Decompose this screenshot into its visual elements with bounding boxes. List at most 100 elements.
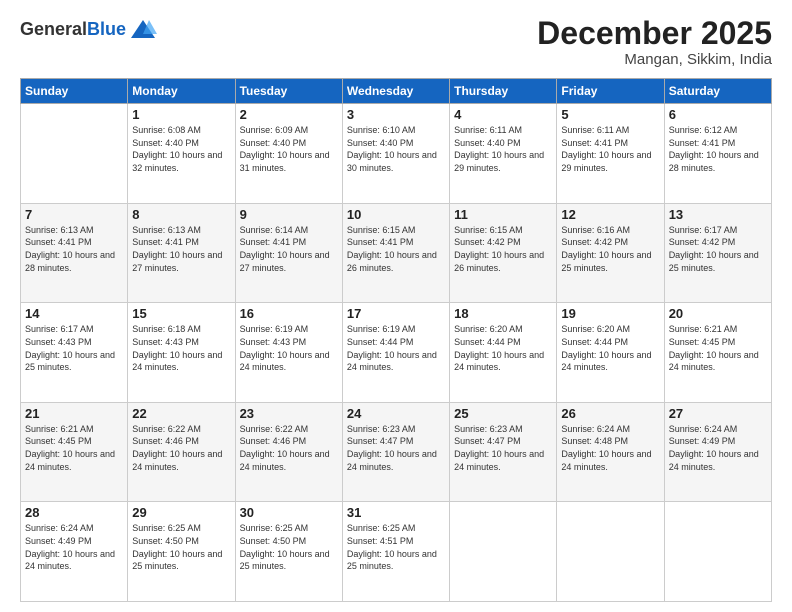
week-row-3: 21Sunrise: 6:21 AMSunset: 4:45 PMDayligh… <box>21 402 772 502</box>
day-cell: 28 Sunrise: 6:24 AMSunset: 4:49 PMDayligh… <box>21 502 128 602</box>
cell-info: Sunrise: 6:18 AMSunset: 4:43 PMDaylight:… <box>132 323 230 373</box>
logo: GeneralBlue <box>20 16 157 44</box>
day-number: 15 <box>132 306 230 321</box>
day-cell: 16 Sunrise: 6:19 AMSunset: 4:43 PMDayligh… <box>235 303 342 403</box>
day-number: 17 <box>347 306 445 321</box>
day-number: 4 <box>454 107 552 122</box>
cell-info: Sunrise: 6:08 AMSunset: 4:40 PMDaylight:… <box>132 124 230 174</box>
day-number: 3 <box>347 107 445 122</box>
day-number: 22 <box>132 406 230 421</box>
day-cell: 25 Sunrise: 6:23 AMSunset: 4:47 PMDayligh… <box>450 402 557 502</box>
cell-info: Sunrise: 6:21 AMSunset: 4:45 PMDaylight:… <box>669 323 767 373</box>
day-cell: 27Sunrise: 6:24 AMSunset: 4:49 PMDayligh… <box>664 402 771 502</box>
cell-info: Sunrise: 6:25 AMSunset: 4:51 PMDaylight:… <box>347 522 445 572</box>
day-cell: 22 Sunrise: 6:22 AMSunset: 4:46 PMDayligh… <box>128 402 235 502</box>
day-number: 19 <box>561 306 659 321</box>
cell-info: Sunrise: 6:15 AMSunset: 4:42 PMDaylight:… <box>454 224 552 274</box>
day-cell <box>557 502 664 602</box>
day-cell: 20 Sunrise: 6:21 AMSunset: 4:45 PMDayligh… <box>664 303 771 403</box>
week-row-1: 7 Sunrise: 6:13 AMSunset: 4:41 PMDaylight… <box>21 203 772 303</box>
cell-info: Sunrise: 6:15 AMSunset: 4:41 PMDaylight:… <box>347 224 445 274</box>
day-cell: 9 Sunrise: 6:14 AMSunset: 4:41 PMDaylight… <box>235 203 342 303</box>
day-header-wednesday: Wednesday <box>342 79 449 104</box>
day-number: 9 <box>240 207 338 222</box>
cell-info: Sunrise: 6:10 AMSunset: 4:40 PMDaylight:… <box>347 124 445 174</box>
cell-info: Sunrise: 6:19 AMSunset: 4:43 PMDaylight:… <box>240 323 338 373</box>
day-number: 13 <box>669 207 767 222</box>
day-number: 7 <box>25 207 123 222</box>
day-cell <box>664 502 771 602</box>
logo-blue: Blue <box>87 19 126 39</box>
day-cell: 29 Sunrise: 6:25 AMSunset: 4:50 PMDayligh… <box>128 502 235 602</box>
cell-info: Sunrise: 6:22 AMSunset: 4:46 PMDaylight:… <box>132 423 230 473</box>
title-block: December 2025 Mangan, Sikkim, India <box>537 16 772 68</box>
day-cell: 11Sunrise: 6:15 AMSunset: 4:42 PMDayligh… <box>450 203 557 303</box>
day-cell: 6 Sunrise: 6:12 AMSunset: 4:41 PMDaylight… <box>664 104 771 204</box>
day-cell: 10 Sunrise: 6:15 AMSunset: 4:41 PMDayligh… <box>342 203 449 303</box>
cell-info: Sunrise: 6:13 AMSunset: 4:41 PMDaylight:… <box>25 224 123 274</box>
day-cell: 30 Sunrise: 6:25 AMSunset: 4:50 PMDayligh… <box>235 502 342 602</box>
day-number: 31 <box>347 505 445 520</box>
day-cell: 21Sunrise: 6:21 AMSunset: 4:45 PMDayligh… <box>21 402 128 502</box>
day-header-tuesday: Tuesday <box>235 79 342 104</box>
month-title: December 2025 <box>537 16 772 51</box>
day-cell: 7 Sunrise: 6:13 AMSunset: 4:41 PMDaylight… <box>21 203 128 303</box>
day-number: 10 <box>347 207 445 222</box>
day-header-friday: Friday <box>557 79 664 104</box>
cell-info: Sunrise: 6:21 AMSunset: 4:45 PMDaylight:… <box>25 423 123 473</box>
day-number: 28 <box>25 505 123 520</box>
day-header-saturday: Saturday <box>664 79 771 104</box>
cell-info: Sunrise: 6:09 AMSunset: 4:40 PMDaylight:… <box>240 124 338 174</box>
day-cell <box>450 502 557 602</box>
day-number: 30 <box>240 505 338 520</box>
day-cell: 23Sunrise: 6:22 AMSunset: 4:46 PMDayligh… <box>235 402 342 502</box>
day-number: 6 <box>669 107 767 122</box>
cell-info: Sunrise: 6:24 AMSunset: 4:48 PMDaylight:… <box>561 423 659 473</box>
day-cell: 13 Sunrise: 6:17 AMSunset: 4:42 PMDayligh… <box>664 203 771 303</box>
day-cell: 5Sunrise: 6:11 AMSunset: 4:41 PMDaylight… <box>557 104 664 204</box>
cell-info: Sunrise: 6:12 AMSunset: 4:41 PMDaylight:… <box>669 124 767 174</box>
location: Mangan, Sikkim, India <box>537 51 772 68</box>
day-number: 12 <box>561 207 659 222</box>
week-row-0: 1Sunrise: 6:08 AMSunset: 4:40 PMDaylight… <box>21 104 772 204</box>
week-row-4: 28 Sunrise: 6:24 AMSunset: 4:49 PMDayligh… <box>21 502 772 602</box>
cell-info: Sunrise: 6:24 AMSunset: 4:49 PMDaylight:… <box>25 522 123 572</box>
day-number: 14 <box>25 306 123 321</box>
header: GeneralBlue December 2025 Mangan, Sikkim… <box>20 16 772 68</box>
day-cell: 4 Sunrise: 6:11 AMSunset: 4:40 PMDaylight… <box>450 104 557 204</box>
day-cell: 8 Sunrise: 6:13 AMSunset: 4:41 PMDaylight… <box>128 203 235 303</box>
cell-info: Sunrise: 6:25 AMSunset: 4:50 PMDaylight:… <box>240 522 338 572</box>
cell-info: Sunrise: 6:13 AMSunset: 4:41 PMDaylight:… <box>132 224 230 274</box>
day-number: 23 <box>240 406 338 421</box>
logo-text: GeneralBlue <box>20 20 126 40</box>
cell-info: Sunrise: 6:23 AMSunset: 4:47 PMDaylight:… <box>347 423 445 473</box>
day-number: 25 <box>454 406 552 421</box>
week-row-2: 14Sunrise: 6:17 AMSunset: 4:43 PMDayligh… <box>21 303 772 403</box>
cell-info: Sunrise: 6:17 AMSunset: 4:42 PMDaylight:… <box>669 224 767 274</box>
cell-info: Sunrise: 6:19 AMSunset: 4:44 PMDaylight:… <box>347 323 445 373</box>
day-number: 20 <box>669 306 767 321</box>
day-number: 26 <box>561 406 659 421</box>
day-header-sunday: Sunday <box>21 79 128 104</box>
cell-info: Sunrise: 6:23 AMSunset: 4:47 PMDaylight:… <box>454 423 552 473</box>
cell-info: Sunrise: 6:20 AMSunset: 4:44 PMDaylight:… <box>561 323 659 373</box>
day-number: 16 <box>240 306 338 321</box>
day-cell: 15 Sunrise: 6:18 AMSunset: 4:43 PMDayligh… <box>128 303 235 403</box>
cell-info: Sunrise: 6:20 AMSunset: 4:44 PMDaylight:… <box>454 323 552 373</box>
day-cell: 17 Sunrise: 6:19 AMSunset: 4:44 PMDayligh… <box>342 303 449 403</box>
cell-info: Sunrise: 6:11 AMSunset: 4:40 PMDaylight:… <box>454 124 552 174</box>
day-cell: 14Sunrise: 6:17 AMSunset: 4:43 PMDayligh… <box>21 303 128 403</box>
day-number: 29 <box>132 505 230 520</box>
day-header-thursday: Thursday <box>450 79 557 104</box>
day-cell: 31 Sunrise: 6:25 AMSunset: 4:51 PMDayligh… <box>342 502 449 602</box>
day-number: 8 <box>132 207 230 222</box>
logo-icon <box>129 16 157 44</box>
day-cell: 18Sunrise: 6:20 AMSunset: 4:44 PMDayligh… <box>450 303 557 403</box>
day-number: 27 <box>669 406 767 421</box>
day-cell: 2Sunrise: 6:09 AMSunset: 4:40 PMDaylight… <box>235 104 342 204</box>
cell-info: Sunrise: 6:25 AMSunset: 4:50 PMDaylight:… <box>132 522 230 572</box>
day-cell: 26 Sunrise: 6:24 AMSunset: 4:48 PMDayligh… <box>557 402 664 502</box>
cell-info: Sunrise: 6:14 AMSunset: 4:41 PMDaylight:… <box>240 224 338 274</box>
day-cell <box>21 104 128 204</box>
page: GeneralBlue December 2025 Mangan, Sikkim… <box>0 0 792 612</box>
